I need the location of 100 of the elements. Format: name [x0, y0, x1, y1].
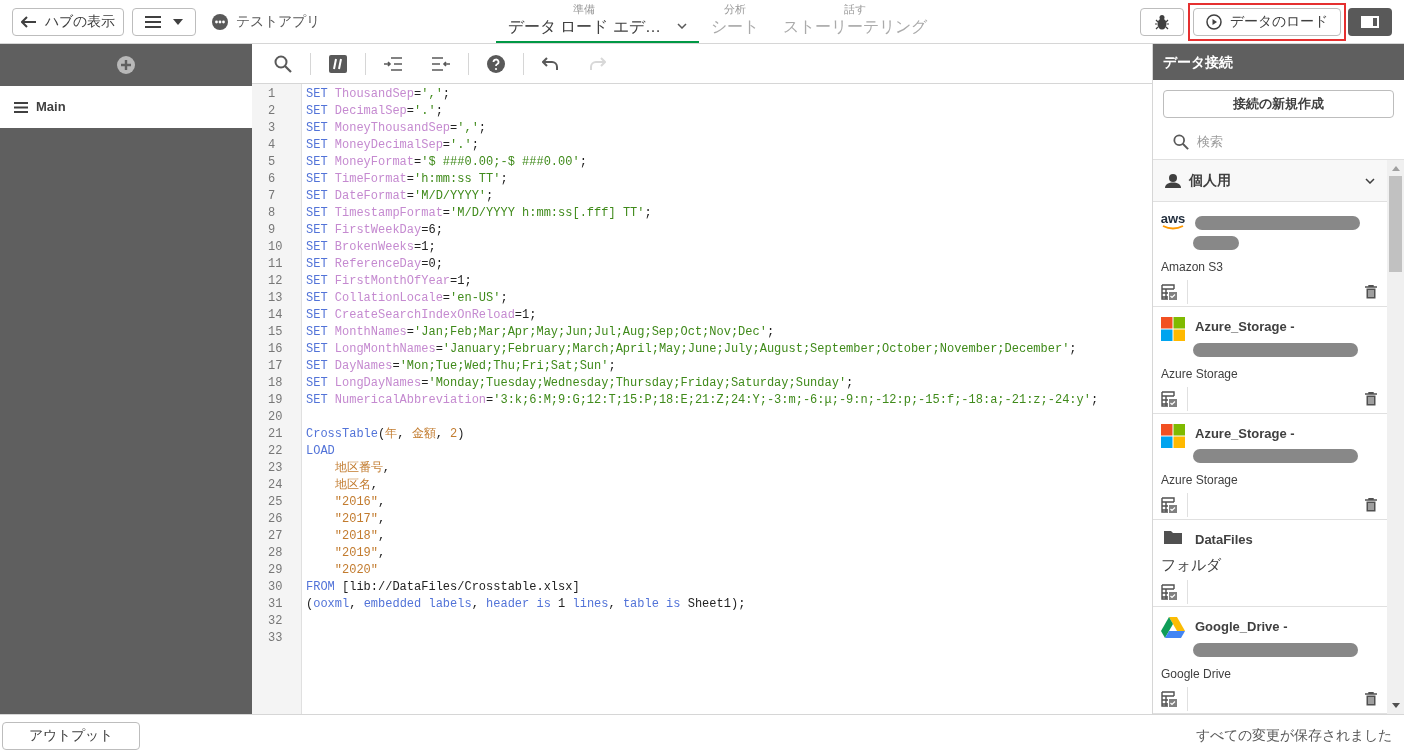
line-number: 8: [267, 205, 277, 222]
chevron-down-icon: [676, 23, 687, 29]
menu-icon: [14, 101, 28, 113]
connection-type: Azure Storage: [1161, 472, 1238, 489]
delete-icon[interactable]: [1365, 691, 1377, 706]
panel-title: データ接続: [1153, 44, 1404, 80]
select-data-icon[interactable]: [1161, 690, 1177, 707]
search-icon[interactable]: [274, 54, 292, 73]
app-name: テストアプリ: [236, 12, 320, 31]
group-header[interactable]: 個人用: [1153, 160, 1387, 202]
four-squares-logo-icon: [1161, 317, 1185, 341]
scroll-up-icon: [1391, 166, 1400, 171]
line-number: 13: [267, 290, 284, 307]
line-number: 27: [267, 528, 284, 545]
code-line: SET ThousandSep=',';: [306, 86, 451, 103]
delete-icon[interactable]: [1365, 498, 1377, 512]
code-line: "2020": [333, 562, 378, 579]
line-number: 20: [267, 409, 284, 426]
caret-icon: [173, 18, 183, 25]
code-line: SET MonthNames='Jan;Feb;Mar;Apr;May;Jun;Jul;Aug;Sep;Oct;Nov;Dec';: [306, 324, 775, 341]
back-arrow-icon: [21, 15, 37, 28]
code-line: SET FirstMonthOfYear=1;: [306, 273, 472, 290]
line-number: 2: [267, 103, 277, 120]
output-button[interactable]: アウトプット: [2, 721, 140, 750]
scroll-thumb[interactable]: [1389, 176, 1402, 272]
code-line: SET DecimalSep='.';: [306, 103, 443, 120]
load-data-button[interactable]: データのロード: [1193, 7, 1341, 36]
line-number: 21: [267, 426, 284, 443]
folder-icon: [1164, 530, 1182, 544]
code-line: "2016",: [333, 494, 386, 511]
line-number: 25: [267, 494, 284, 511]
line-number: 5: [267, 154, 277, 171]
code-line: SET BrokenWeeks=1;: [306, 239, 436, 256]
connection-name[interactable]: Azure_Storage -: [1195, 423, 1358, 443]
connection-name[interactable]: Google_Drive -: [1195, 617, 1358, 637]
save-status: すべての変更が保存されました: [1196, 726, 1392, 745]
code-line: 地区番号,: [333, 460, 390, 477]
line-number: 17: [267, 358, 284, 375]
code-line: CrossTable(年, 金額, 2): [306, 426, 465, 443]
add-section-icon[interactable]: [117, 56, 135, 74]
search-field[interactable]: 検索: [1197, 131, 1347, 152]
connection-type: Amazon S3: [1161, 259, 1224, 276]
code-line: "2017",: [333, 511, 386, 528]
line-number: 4: [267, 137, 277, 154]
search-icon: [1173, 133, 1189, 150]
hub-button[interactable]: ハブの表示: [12, 7, 124, 36]
line-number: 3: [267, 120, 277, 137]
menu-button[interactable]: [132, 7, 196, 36]
select-data-icon[interactable]: [1161, 390, 1177, 407]
code-line: (ooxml, embedded labels, header is 1 lines, table is Sheet1);: [306, 596, 746, 613]
line-number: 1: [267, 86, 277, 103]
section-tab[interactable]: Main: [0, 86, 252, 128]
help-icon[interactable]: [487, 54, 505, 73]
line-number: 14: [267, 307, 284, 324]
line-number: 19: [267, 392, 284, 409]
select-data-icon[interactable]: [1161, 584, 1177, 600]
code-line: SET MoneyFormat='$ ###0.00;-$ ###0.00';: [306, 154, 587, 171]
code-line: SET MoneyThousandSep=',';: [306, 120, 487, 137]
menu-icon: [145, 15, 161, 28]
code-line: SET LongDayNames='Monday;Tuesday;Wednesday;Thursday;Friday;Saturday;Sunday';: [306, 375, 854, 392]
undo-icon[interactable]: [542, 56, 558, 71]
select-data-icon[interactable]: [1161, 497, 1177, 513]
line-number: 18: [267, 375, 284, 392]
triangle-drive-logo-icon: [1161, 617, 1185, 638]
comment-icon[interactable]: [329, 54, 347, 73]
select-data-icon[interactable]: [1161, 284, 1177, 300]
line-number: 33: [267, 630, 284, 647]
panel-toggle-button[interactable]: [1348, 7, 1392, 36]
code-line: "2018",: [333, 528, 386, 545]
code-line: SET TimestampFormat='M/D/YYYY h:mm:ss[.fff] TT';: [306, 205, 652, 222]
line-number: 12: [267, 273, 284, 290]
code-line: SET NumericalAbbreviation='3:k;6:M;9:G;12:T;15:P;18:E;21:Z;24:Y;-3:m;-6:μ;-9:n;-12:p;-15:f;-18:a;-21:z;-24:y';: [306, 392, 1099, 409]
create-connection-button[interactable]: 接続の新規作成: [1163, 90, 1394, 118]
line-number: 22: [267, 443, 284, 460]
delete-icon[interactable]: [1365, 285, 1377, 299]
connection-type: Azure Storage: [1161, 365, 1238, 383]
code-line: SET LongMonthNames='January;February;March;April;May;June;July;August;September;October;November;December';: [306, 341, 1077, 358]
code-line: SET CollationLocale='en-US';: [306, 290, 508, 307]
line-number: 15: [267, 324, 284, 341]
line-number: 11: [267, 256, 284, 273]
code-line: SET FirstWeekDay=6;: [306, 222, 443, 239]
line-number: 16: [267, 341, 284, 358]
code-line: FROM [lib://DataFiles/Crosstable.xlsx]: [306, 579, 580, 596]
aws-logo: aws: [1160, 212, 1186, 230]
delete-icon[interactable]: [1365, 391, 1377, 406]
tab[interactable]: 準備 データ ロード エデ…: [496, 0, 699, 43]
outdent-icon[interactable]: [432, 56, 450, 71]
scrollbar[interactable]: [1387, 160, 1404, 714]
line-number: 24: [267, 477, 284, 494]
person-icon: [1165, 173, 1181, 188]
panel-icon: [1361, 15, 1379, 28]
indent-icon[interactable]: [384, 56, 402, 71]
code-line: SET CreateSearchIndexOnReload=1;: [306, 307, 537, 324]
debug-button[interactable]: [1140, 7, 1184, 36]
code-line: SET ReferenceDay=0;: [306, 256, 443, 273]
code-line: SET DayNames='Mon;Tue;Wed;Thu;Fri;Sat;Sun';: [306, 358, 616, 375]
line-number: 32: [267, 613, 284, 630]
connection-name[interactable]: DataFiles: [1195, 530, 1253, 550]
connection-name[interactable]: Azure_Storage -: [1195, 317, 1358, 337]
connection-type: フォルダ: [1161, 554, 1221, 575]
